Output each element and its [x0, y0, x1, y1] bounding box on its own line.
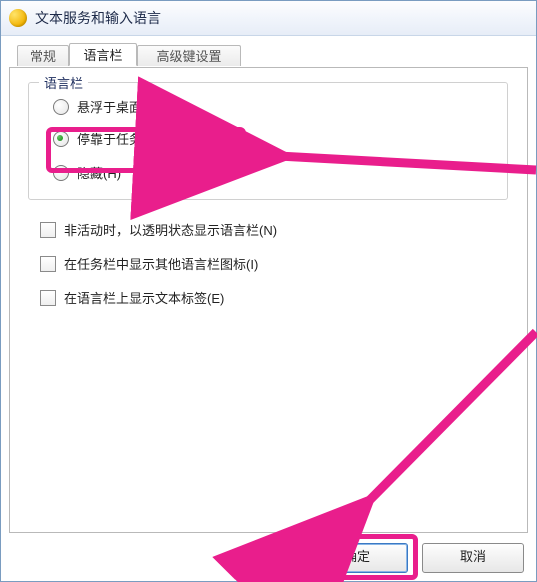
checkbox-inactive-transparent[interactable]: 非活动时，以透明状态显示语言栏(N)	[40, 220, 277, 239]
radio-icon	[53, 99, 69, 115]
window-title: 文本服务和输入语言	[35, 8, 161, 28]
titlebar[interactable]: 文本服务和输入语言	[1, 1, 536, 36]
tabstrip: 常规 语言栏 高级键设置	[9, 41, 528, 67]
checkbox-icon	[40, 290, 56, 306]
groupbox-legend: 语言栏	[39, 73, 88, 92]
client-area: 常规 语言栏 高级键设置 语言栏 悬浮于桌面上(F) 停靠于任务栏(D)	[9, 41, 528, 581]
cancel-button[interactable]: 取消	[422, 543, 524, 573]
checkbox-label: 非活动时，以透明状态显示语言栏(N)	[64, 220, 277, 239]
checkbox-label: 在语言栏上显示文本标签(E)	[64, 288, 224, 307]
tab-language-bar[interactable]: 语言栏	[69, 43, 137, 66]
tab-panel: 语言栏 悬浮于桌面上(F) 停靠于任务栏(D) 隐藏(H)	[9, 67, 528, 533]
groupbox-language-bar: 语言栏 悬浮于桌面上(F) 停靠于任务栏(D) 隐藏(H)	[28, 82, 508, 200]
checkbox-label: 在任务栏中显示其他语言栏图标(I)	[64, 254, 258, 273]
radio-label: 隐藏(H)	[77, 163, 121, 182]
radio-float-desktop[interactable]: 悬浮于桌面上(F)	[53, 97, 172, 116]
dialog-window: 文本服务和输入语言 常规 语言栏 高级键设置 语言栏 悬浮于桌面上(F)	[0, 0, 537, 582]
ok-button[interactable]: 确定	[306, 543, 408, 573]
button-bar: 确定 取消	[306, 543, 528, 573]
radio-label: 停靠于任务栏(D)	[77, 129, 173, 148]
checkbox-icon	[40, 222, 56, 238]
checkbox-text-labels[interactable]: 在语言栏上显示文本标签(E)	[40, 288, 224, 307]
radio-icon	[53, 131, 69, 147]
checkbox-other-icons[interactable]: 在任务栏中显示其他语言栏图标(I)	[40, 254, 258, 273]
app-icon	[9, 9, 27, 27]
radio-hide[interactable]: 隐藏(H)	[53, 163, 121, 182]
tab-general[interactable]: 常规	[17, 45, 69, 66]
tab-advanced-keys[interactable]: 高级键设置	[137, 45, 241, 66]
screenshot-root: 文本服务和输入语言 常规 语言栏 高级键设置 语言栏 悬浮于桌面上(F)	[0, 0, 537, 582]
radio-icon	[53, 165, 69, 181]
checkbox-icon	[40, 256, 56, 272]
radio-label: 悬浮于桌面上(F)	[77, 97, 172, 116]
radio-dock-taskbar[interactable]: 停靠于任务栏(D)	[53, 129, 173, 148]
